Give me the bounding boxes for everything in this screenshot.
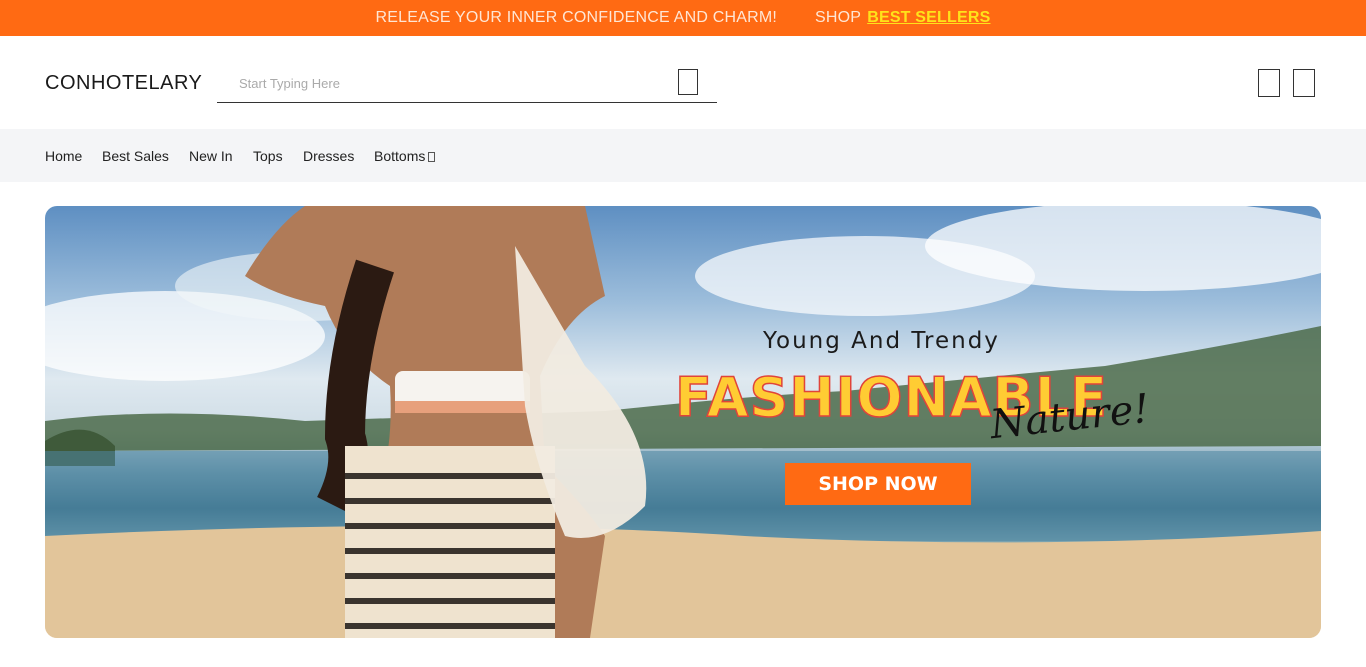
best-sellers-link[interactable]: BEST SELLERS — [867, 9, 990, 27]
nav-item-best-sales[interactable]: Best Sales — [102, 148, 169, 164]
search-icon[interactable] — [678, 69, 698, 95]
chevron-down-icon[interactable] — [428, 152, 436, 162]
shop-now-button[interactable]: SHOP NOW — [785, 463, 971, 505]
site-header: CONHOTELARY — [0, 36, 1366, 129]
promo-bar: RELEASE YOUR INNER CONFIDENCE AND CHARM!… — [0, 0, 1366, 36]
main-nav: Home Best Sales New In Tops Dresses Bott… — [0, 129, 1366, 182]
site-logo[interactable]: CONHOTELARY — [45, 72, 202, 95]
nav-item-home[interactable]: Home — [45, 148, 82, 164]
nav-item-dresses[interactable]: Dresses — [303, 148, 354, 164]
nav-item-tops[interactable]: Tops — [253, 148, 283, 164]
search-bar — [217, 66, 717, 103]
account-icon[interactable] — [1258, 69, 1280, 97]
nav-item-bottoms[interactable]: Bottoms — [374, 148, 425, 164]
hero-banner[interactable]: Young And Trendy FASHIONABLE Nature! SHO… — [45, 206, 1321, 638]
cart-icon[interactable] — [1293, 69, 1315, 97]
nav-item-new-in[interactable]: New In — [189, 148, 233, 164]
promo-message: RELEASE YOUR INNER CONFIDENCE AND CHARM! — [375, 9, 778, 26]
banner-tagline: Young And Trendy — [763, 328, 1000, 354]
nav-item-bottoms-wrap[interactable]: Bottoms — [374, 148, 436, 164]
promo-shop-label: SHOP — [815, 9, 862, 26]
search-input[interactable] — [239, 72, 659, 94]
